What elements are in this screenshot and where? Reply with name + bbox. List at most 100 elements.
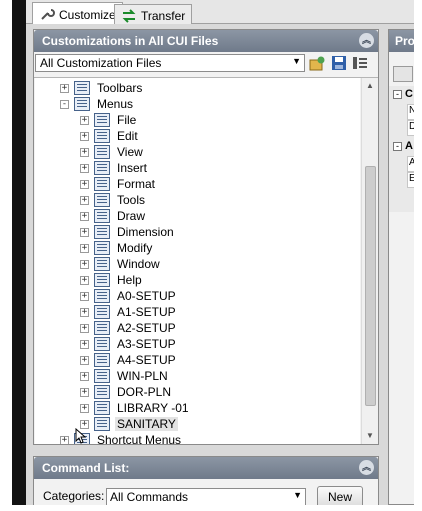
tree-node-menu[interactable]: + Draw — [80, 208, 147, 224]
expand-icon[interactable]: + — [80, 387, 89, 397]
expand-icon[interactable]: + — [80, 179, 89, 189]
expand-icon[interactable]: + — [80, 259, 89, 269]
save-icon[interactable] — [331, 55, 347, 71]
tree-node-label: DOR-PLN — [117, 385, 172, 399]
wrench-icon — [41, 9, 55, 20]
menu-icon — [94, 145, 110, 159]
command-list-title: Command List: ︽ — [34, 457, 378, 479]
tab-customize-label: Customize — [59, 8, 116, 22]
command-list-title-text: Command List: — [42, 461, 130, 475]
expand-icon[interactable]: + — [60, 83, 69, 93]
expand-icon[interactable]: + — [80, 243, 89, 253]
collapse-panel-button[interactable]: ︽ — [359, 460, 374, 475]
load-partial-icon[interactable] — [309, 55, 325, 71]
expand-icon[interactable]: + — [80, 131, 89, 141]
tree-node-label: SANITARY — [115, 417, 178, 431]
dropdown-arrow-icon: ▼ — [292, 56, 301, 66]
tree-node-label: Edit — [117, 129, 138, 143]
tree-node-label: Tools — [117, 193, 146, 207]
menu-icon — [94, 209, 110, 223]
tree-node-menu[interactable]: + Modify — [80, 240, 154, 256]
tab-transfer[interactable]: Transfer — [114, 4, 193, 24]
properties-grid[interactable]: - C N D - A A E — [389, 86, 414, 212]
tree-node-menus[interactable]: - Menus — [60, 96, 135, 112]
tree-node-label: Window — [117, 257, 160, 271]
tree-node-menu[interactable]: + View — [80, 144, 145, 160]
expand-icon[interactable]: + — [80, 211, 89, 221]
expand-icon[interactable]: + — [60, 435, 69, 444]
scrollbar-thumb[interactable] — [365, 166, 376, 406]
tree-node-label: Toolbars — [97, 81, 143, 95]
tree-node-menu[interactable]: + Format — [80, 176, 157, 192]
tree-node-label: A4-SETUP — [117, 353, 176, 367]
expand-icon[interactable]: + — [80, 403, 89, 413]
menu-icon — [94, 257, 110, 271]
menu-icon — [94, 273, 110, 287]
tree-node-menu[interactable]: + Window — [80, 256, 162, 272]
menu-icon — [94, 369, 110, 383]
file-filter-row: All Customization Files ▼ — [34, 52, 378, 78]
tree-node-menu[interactable]: + Edit — [80, 128, 140, 144]
tab-customize[interactable]: Customize — [32, 2, 123, 25]
tree-node-label: Dimension — [117, 225, 174, 239]
tree-node-menu[interactable]: + DOR-PLN — [80, 384, 173, 400]
tree-node-label: Draw — [117, 209, 146, 223]
categorized-view-icon[interactable] — [393, 66, 413, 82]
tree-node-menu[interactable]: + Tools — [80, 192, 147, 208]
customization-tree[interactable]: + Toolbars - Menus + File + Edit + View + In… — [35, 78, 360, 444]
tree-node-label: A1-SETUP — [117, 305, 176, 319]
expand-icon[interactable]: + — [80, 163, 89, 173]
expand-icon[interactable]: + — [80, 227, 89, 237]
menu-icon — [74, 97, 90, 111]
collapse-icon[interactable]: - — [393, 90, 402, 99]
properties-panel-title: Pro — [389, 30, 414, 52]
tab-transfer-label: Transfer — [141, 8, 186, 23]
tree-node-menu[interactable]: + Help — [80, 272, 144, 288]
tree-node-menu[interactable]: + A2-SETUP — [80, 320, 178, 336]
tree-node-menu[interactable]: + A3-SETUP — [80, 336, 178, 352]
property-cell: N — [407, 104, 414, 120]
property-category: C — [405, 88, 413, 100]
expand-icon[interactable]: + — [80, 275, 89, 285]
tree-node-label: Shortcut Menus — [97, 433, 182, 444]
tree-node-toolbars[interactable]: + Toolbars — [60, 80, 144, 96]
tree-scrollbar[interactable]: ▲ ▼ — [361, 78, 378, 444]
collapse-icon[interactable]: - — [60, 99, 69, 109]
menu-icon — [94, 353, 110, 367]
tree-node-menu[interactable]: + A1-SETUP — [80, 304, 178, 320]
tree-node-label: View — [117, 145, 143, 159]
expand-icon[interactable]: + — [80, 323, 89, 333]
customization-files-dropdown[interactable]: All Customization Files ▼ — [35, 54, 305, 72]
tree-node-menu[interactable]: + LIBRARY -01 — [80, 400, 191, 416]
transfer-arrows-icon — [122, 8, 136, 23]
tree-node-label: WIN-PLN — [117, 369, 168, 383]
tree-node-menu[interactable]: + A4-SETUP — [80, 352, 178, 368]
collapse-panel-button[interactable]: ︽ — [359, 33, 374, 48]
expand-icon[interactable]: + — [80, 307, 89, 317]
customizations-panel-title-text: Customizations in All CUI Files — [42, 34, 219, 48]
collapse-icon[interactable]: - — [393, 142, 402, 151]
properties-panel: Pro - C N D - A A E — [388, 29, 414, 505]
menu-icon — [94, 417, 110, 431]
tree-node-menu[interactable]: + Insert — [80, 160, 149, 176]
toolbar-icon — [74, 81, 90, 95]
expand-icon[interactable]: + — [80, 355, 89, 365]
expand-icon[interactable]: + — [80, 291, 89, 301]
expand-icon[interactable]: + — [80, 195, 89, 205]
expand-icon[interactable]: + — [80, 339, 89, 349]
tree-node-menu[interactable]: + A0-SETUP — [80, 288, 178, 304]
expand-icon[interactable]: + — [80, 147, 89, 157]
scroll-up-icon[interactable]: ▲ — [362, 78, 378, 94]
menu-icon — [94, 113, 110, 127]
tree-node-menu[interactable]: + File — [80, 112, 138, 128]
tree-node-label: Modify — [117, 241, 153, 255]
display-filters-icon[interactable] — [352, 55, 368, 71]
categories-dropdown[interactable]: All Commands ▼ — [106, 488, 306, 506]
expand-icon[interactable]: + — [80, 115, 89, 125]
expand-icon[interactable]: + — [80, 371, 89, 381]
tree-node-menu[interactable]: + Dimension — [80, 224, 176, 240]
tree-node-menu-selected[interactable]: + SANITARY — [80, 416, 178, 432]
scroll-down-icon[interactable]: ▼ — [362, 428, 378, 444]
tree-node-menu[interactable]: + WIN-PLN — [80, 368, 170, 384]
tree-node-label: File — [117, 113, 137, 127]
